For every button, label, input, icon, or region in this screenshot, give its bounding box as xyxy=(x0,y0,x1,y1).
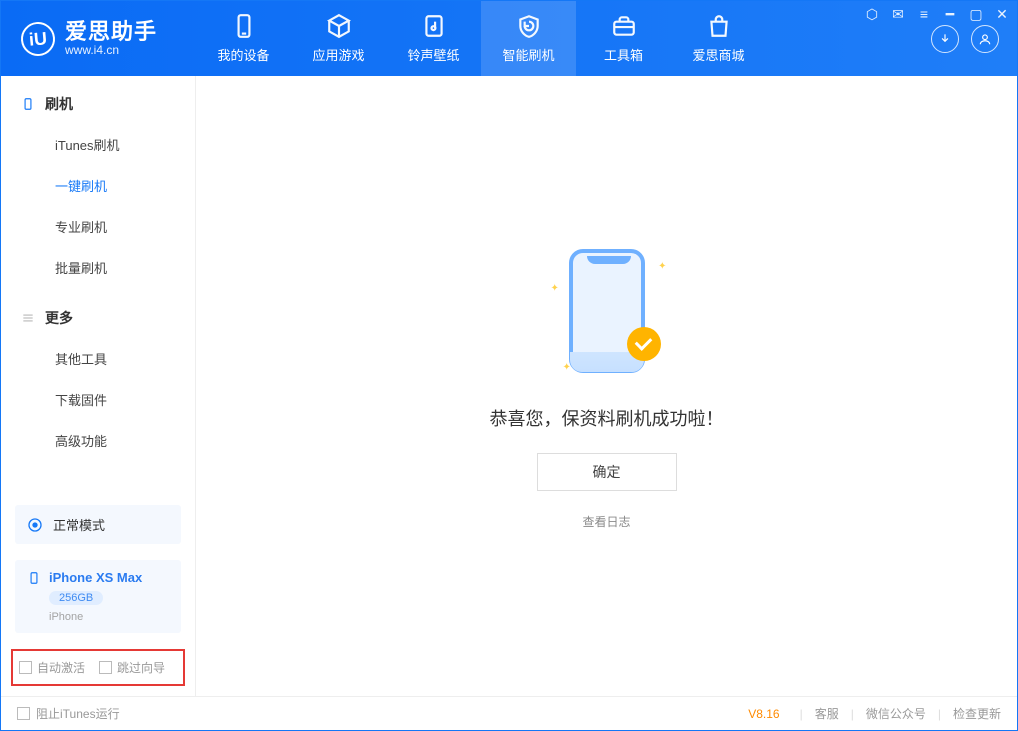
device-mode-box[interactable]: 正常模式 xyxy=(15,505,181,544)
success-message: 恭喜您，保资料刷机成功啦！ xyxy=(490,405,724,431)
sidebar-group-more-header: 更多 xyxy=(1,308,195,338)
check-badge-icon xyxy=(627,327,661,361)
support-link[interactable]: 客服 xyxy=(815,705,839,722)
tab-store[interactable]: 爱思商城 xyxy=(671,1,766,76)
minimize-icon[interactable]: ━ xyxy=(942,6,958,22)
ok-button[interactable]: 确定 xyxy=(537,453,677,491)
device-small-icon xyxy=(27,571,41,585)
checkbox-icon xyxy=(99,661,112,674)
sidebar-item-download-firmware[interactable]: 下载固件 xyxy=(1,379,195,420)
checkbox-block-itunes[interactable]: 阻止iTunes运行 xyxy=(17,705,120,722)
mode-icon xyxy=(27,517,43,533)
tab-apps-games[interactable]: 应用游戏 xyxy=(291,1,386,76)
device-info-box[interactable]: iPhone XS Max 256GB iPhone xyxy=(15,560,181,633)
view-log-link[interactable]: 查看日志 xyxy=(582,513,630,530)
tab-my-device[interactable]: 我的设备 xyxy=(196,1,291,76)
music-file-icon xyxy=(421,13,447,39)
logo: iU 爱思助手 www.i4.cn xyxy=(1,1,196,76)
sidebar-group-flash-header: 刷机 xyxy=(1,94,195,124)
status-bar: 阻止iTunes运行 V8.16 | 客服 | 微信公众号 | 检查更新 xyxy=(1,696,1017,730)
tab-ringtones-wallpapers[interactable]: 铃声壁纸 xyxy=(386,1,481,76)
success-illustration: ✦ ✦ ✦ xyxy=(547,243,667,383)
maximize-icon[interactable]: ▢ xyxy=(968,6,984,22)
checkbox-label: 自动激活 xyxy=(37,659,85,676)
close-icon[interactable]: ✕ xyxy=(994,6,1010,22)
tab-label: 爱思商城 xyxy=(692,45,744,64)
mode-label: 正常模式 xyxy=(53,515,105,534)
checkbox-label: 跳过向导 xyxy=(117,659,165,676)
sidebar-item-itunes-flash[interactable]: iTunes刷机 xyxy=(1,124,195,165)
checkbox-label: 阻止iTunes运行 xyxy=(36,705,120,722)
app-name: 爱思助手 xyxy=(65,20,157,44)
sidebar-group-more: 更多 其他工具 下载固件 高级功能 xyxy=(1,290,195,463)
cube-icon xyxy=(326,13,352,39)
tab-smart-flash[interactable]: 智能刷机 xyxy=(481,1,576,76)
device-type: iPhone xyxy=(49,611,83,623)
sparkle-icon: ✦ xyxy=(658,261,666,272)
user-icon xyxy=(978,32,992,46)
sidebar: 刷机 iTunes刷机 一键刷机 专业刷机 批量刷机 更多 其他工具 下载固件 … xyxy=(1,76,196,696)
download-icon xyxy=(938,32,952,46)
sidebar-group-label: 更多 xyxy=(45,308,73,328)
app-url: www.i4.cn xyxy=(65,44,157,57)
device-icon xyxy=(231,13,257,39)
download-manager-button[interactable] xyxy=(931,25,959,53)
top-tabs: 我的设备 应用游戏 铃声壁纸 智能刷机 工具箱 爱思商城 xyxy=(196,1,931,76)
account-button[interactable] xyxy=(971,25,999,53)
wechat-link[interactable]: 微信公众号 xyxy=(866,705,926,722)
sidebar-group-flash: 刷机 iTunes刷机 一键刷机 专业刷机 批量刷机 xyxy=(1,76,195,290)
list-icon xyxy=(21,311,35,325)
device-capacity: 256GB xyxy=(49,591,103,605)
device-name: iPhone XS Max xyxy=(49,570,142,585)
sidebar-item-advanced[interactable]: 高级功能 xyxy=(1,420,195,461)
checkbox-icon xyxy=(17,707,30,720)
refresh-shield-icon xyxy=(516,13,542,39)
menu-icon[interactable]: ≡ xyxy=(916,6,932,22)
tab-label: 智能刷机 xyxy=(502,45,554,64)
sparkle-icon: ✦ xyxy=(551,283,559,294)
check-update-link[interactable]: 检查更新 xyxy=(953,705,1001,722)
phone-icon xyxy=(21,97,35,111)
checkbox-auto-activate[interactable]: 自动激活 xyxy=(19,659,85,676)
toolbox-icon xyxy=(611,13,637,39)
tab-label: 应用游戏 xyxy=(312,45,364,64)
version-label: V8.16 xyxy=(748,707,779,721)
checkbox-icon xyxy=(19,661,32,674)
window-controls: ⬡ ✉ ≡ ━ ▢ ✕ xyxy=(864,6,1010,22)
tab-label: 工具箱 xyxy=(604,45,643,64)
tab-toolbox[interactable]: 工具箱 xyxy=(576,1,671,76)
sidebar-item-batch-flash[interactable]: 批量刷机 xyxy=(1,247,195,288)
tab-label: 铃声壁纸 xyxy=(407,45,459,64)
app-window: ⬡ ✉ ≡ ━ ▢ ✕ iU 爱思助手 www.i4.cn 我的设备 应用游戏 xyxy=(0,0,1018,731)
sidebar-item-oneclick-flash[interactable]: 一键刷机 xyxy=(1,165,195,206)
sidebar-group-label: 刷机 xyxy=(45,94,73,114)
feedback-icon[interactable]: ✉ xyxy=(890,6,906,22)
main-content: ✦ ✦ ✦ 恭喜您，保资料刷机成功啦！ 确定 查看日志 xyxy=(196,76,1017,696)
logo-icon: iU xyxy=(20,20,57,57)
sidebar-item-other-tools[interactable]: 其他工具 xyxy=(1,338,195,379)
sidebar-item-pro-flash[interactable]: 专业刷机 xyxy=(1,206,195,247)
bag-icon xyxy=(706,13,732,39)
body: 刷机 iTunes刷机 一键刷机 专业刷机 批量刷机 更多 其他工具 下载固件 … xyxy=(1,76,1017,696)
checkbox-skip-guide[interactable]: 跳过向导 xyxy=(99,659,165,676)
flash-options-highlight: 自动激活 跳过向导 xyxy=(11,649,185,686)
tshirt-icon[interactable]: ⬡ xyxy=(864,6,880,22)
tab-label: 我的设备 xyxy=(217,45,269,64)
